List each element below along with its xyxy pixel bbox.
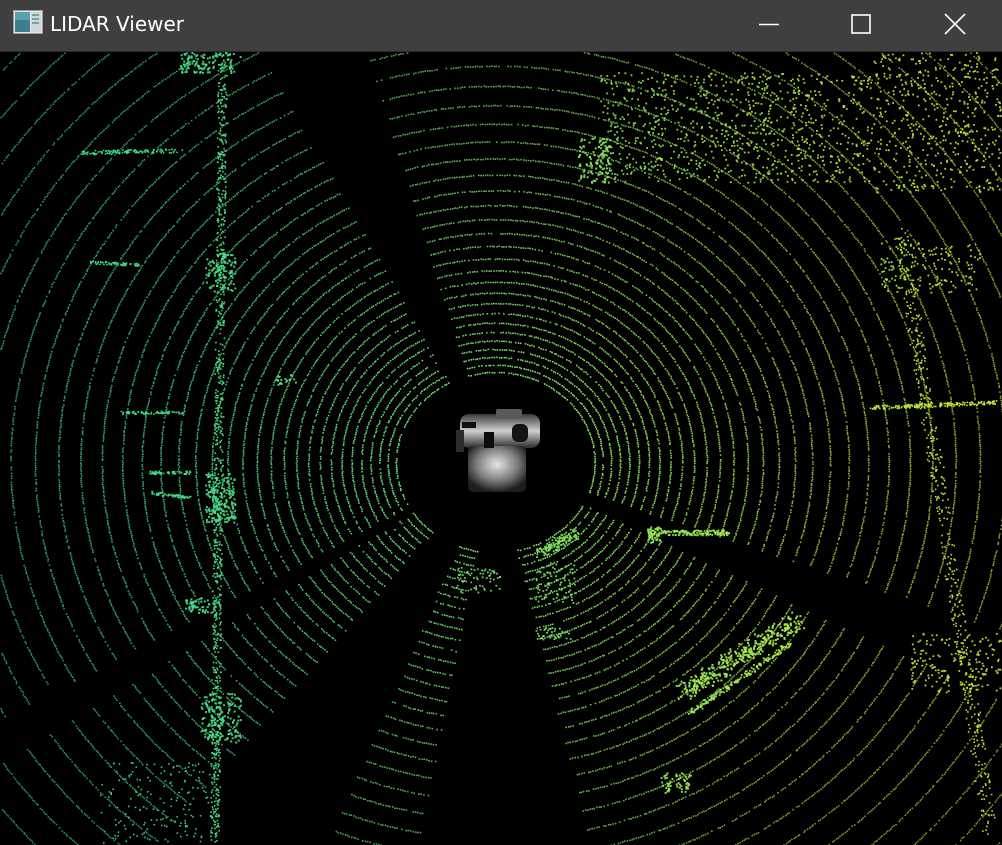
lidar-viewer-window: LIDAR Viewer bbox=[0, 0, 1002, 845]
close-icon bbox=[943, 13, 966, 35]
window-title: LIDAR Viewer bbox=[50, 9, 184, 39]
close-button[interactable] bbox=[907, 0, 1002, 48]
title-bar[interactable]: LIDAR Viewer bbox=[0, 0, 1002, 52]
ego-vehicle-model bbox=[456, 409, 540, 492]
lidar-structures bbox=[81, 52, 1002, 844]
minimize-button[interactable] bbox=[723, 0, 815, 48]
point-cloud-viewport[interactable] bbox=[0, 52, 1002, 845]
maximize-icon bbox=[851, 14, 871, 34]
point-cloud[interactable] bbox=[0, 52, 1002, 845]
minimize-icon bbox=[759, 23, 779, 26]
maximize-button[interactable] bbox=[815, 0, 907, 48]
app-icon bbox=[13, 10, 43, 34]
